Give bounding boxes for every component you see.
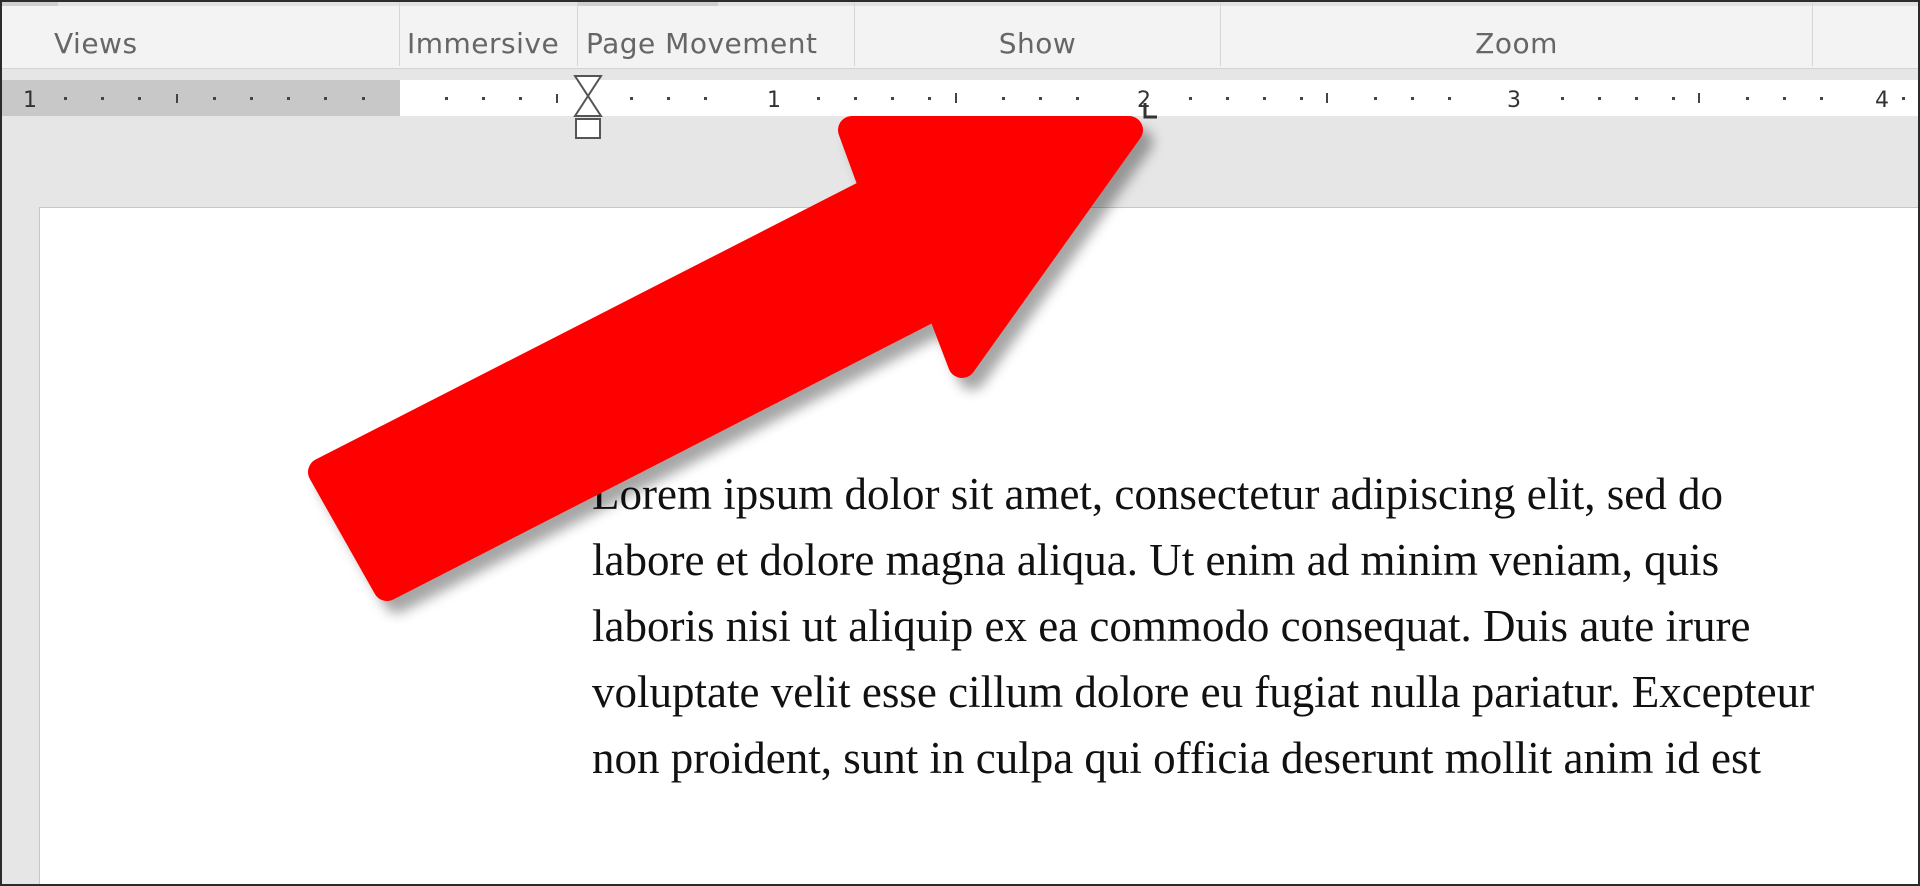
document-page[interactable]: Lorem ipsum dolor sit amet, consectetur … [39,207,1918,884]
ribbon-group-zoom[interactable]: Zoom [1221,2,1813,66]
ruler-label-3: 3 [1507,88,1521,113]
group-label-page-movement: Page Movement [586,27,818,60]
ruler-label-left: 1 [23,88,37,113]
ruler-label-4: 4 [1875,88,1889,113]
left-tab-stop-icon[interactable] [1141,102,1159,120]
doc-line-4: voluptate velit esse cillum dolore eu fu… [592,667,1815,717]
horizontal-ruler[interactable]: 1 1 2 3 4 [2,80,1918,116]
word-window: Views Immersive Page Movement Show Zoom [0,0,1920,886]
ruler-label-1: 1 [767,88,781,113]
ribbon-group-show[interactable]: Show [855,2,1221,66]
group-label-immersive: Immersive [407,27,560,60]
doc-line-2: labore et dolore magna aliqua. Ut enim a… [592,535,1720,585]
ribbon-group-views[interactable]: Views [2,2,400,66]
doc-line-1: Lorem ipsum dolor sit amet, consectetur … [592,469,1723,519]
group-label-zoom: Zoom [1475,27,1558,60]
ribbon-view-tab: Views Immersive Page Movement Show Zoom [2,2,1918,69]
document-body-text[interactable]: Lorem ipsum dolor sit amet, consectetur … [592,461,1918,791]
ribbon-group-immersive[interactable]: Immersive [399,2,578,66]
ruler-ticks: 1 1 2 3 4 [23,88,1905,113]
doc-line-3: laboris nisi ut aliquip ex ea commodo co… [592,601,1751,651]
group-label-views: Views [54,27,138,60]
hanging-indent-marker-icon[interactable] [573,74,603,142]
ribbon-group-page-movement[interactable]: Page Movement [578,2,855,66]
doc-line-5: non proident, sunt in culpa qui officia … [592,733,1761,783]
group-label-show: Show [998,27,1077,60]
